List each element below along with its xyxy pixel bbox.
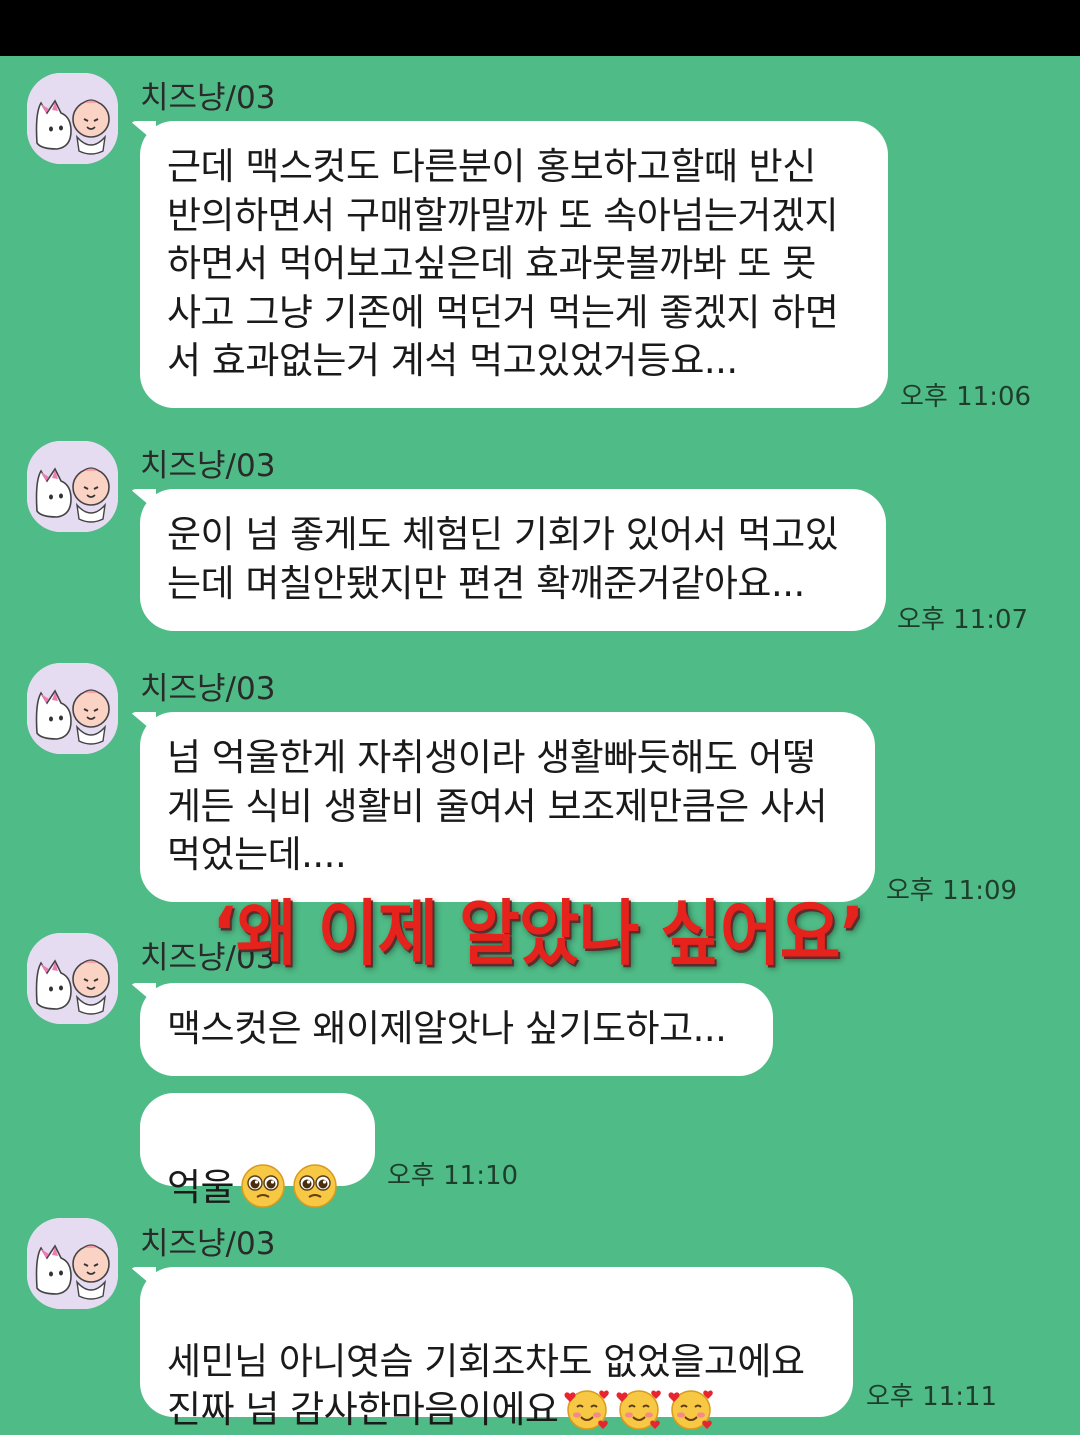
cat-and-peach-avatar-icon	[27, 73, 118, 164]
cat-and-peach-avatar-icon	[27, 1218, 118, 1309]
sender-name: 치즈냥/03	[140, 1226, 276, 1262]
status-bar	[0, 0, 1080, 56]
cat-and-peach-avatar-icon	[27, 663, 118, 754]
pleading-face-emoji	[292, 1163, 338, 1209]
sender-name: 치즈냥/03	[140, 80, 276, 116]
avatar-icon[interactable]	[27, 933, 118, 1024]
message-time: 오후 11:06	[900, 382, 1032, 412]
message-bubble[interactable]: 넘 억울한게 자취생이라 생활빠듯해도 어떻 게든 식비 생활비 줄여서 보조제…	[140, 712, 875, 902]
message-time: 오후 11:07	[897, 605, 1029, 635]
smiling-face-with-hearts-emoji	[564, 1386, 610, 1432]
message-bubble[interactable]: 맥스컷은 왜이제알앗나 싶기도하고...	[140, 983, 773, 1076]
avatar-icon[interactable]	[27, 73, 118, 164]
pleading-face-emoji	[240, 1163, 286, 1209]
message-bubble[interactable]: 운이 넘 좋게도 체험딘 기회가 있어서 먹고있 는데 며칠안됐지만 편견 확깨…	[140, 489, 886, 631]
message-time: 오후 11:11	[866, 1382, 998, 1412]
sender-name: 치즈냥/03	[140, 448, 276, 484]
cat-and-peach-avatar-icon	[27, 933, 118, 1024]
cat-and-peach-avatar-icon	[27, 441, 118, 532]
message-text: 억울	[167, 1165, 235, 1209]
avatar-icon[interactable]	[27, 441, 118, 532]
message-bubble[interactable]: 근데 맥스컷도 다른분이 홍보하고할때 반신 반의하면서 구매할까말까 또 속아…	[140, 121, 888, 408]
overlay-caption: ‘왜 이제 알았나 싶어요’	[212, 892, 865, 976]
message-bubble[interactable]: 억울	[140, 1093, 375, 1209]
smiling-face-with-hearts-emoji	[616, 1386, 662, 1432]
smiling-face-with-hearts-emoji	[668, 1386, 714, 1432]
message-time: 오후 11:10	[387, 1161, 519, 1191]
sender-name: 치즈냥/03	[140, 671, 276, 707]
message-bubble[interactable]: 세민님 아니엿슴 기회조차도 없었을고에요 진짜 넘 감사한마음이에요	[140, 1267, 853, 1431]
avatar-icon[interactable]	[27, 1218, 118, 1309]
message-time: 오후 11:09	[886, 876, 1018, 906]
avatar-icon[interactable]	[27, 663, 118, 754]
